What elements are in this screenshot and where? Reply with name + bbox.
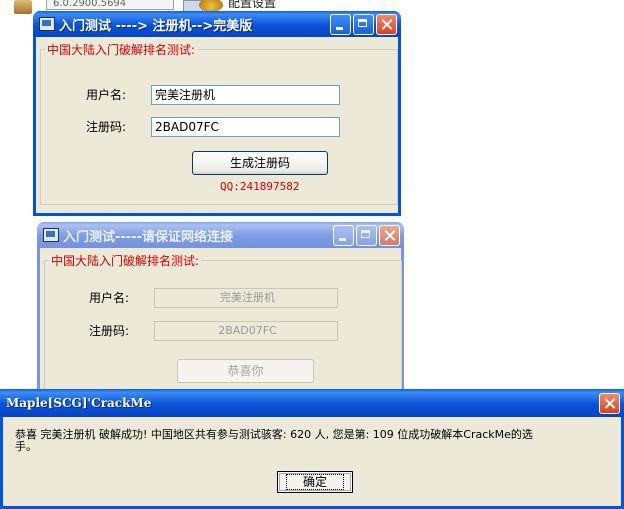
result-messagebox: Maple[SCG]'CrackMe 恭喜 完美注册机 破解成功! 中国地区共有…: [0, 389, 624, 509]
messagebox-title: Maple[SCG]'CrackMe: [6, 396, 152, 410]
username-input[interactable]: 完美注册机: [151, 85, 340, 105]
close-button[interactable]: [599, 393, 620, 414]
message-line-2: 手。: [15, 440, 37, 453]
username-input: 完美注册机: [154, 288, 338, 308]
messagebox-message: 恭喜 完美注册机 破解成功! 中国地区共有参与测试骇客: 620 人, 您是第:…: [15, 429, 615, 453]
code-input: 2BAD07FC: [154, 321, 338, 341]
messagebox-titlebar[interactable]: Maple[SCG]'CrackMe: [0, 389, 624, 417]
qq-contact: QQ:241897582: [220, 180, 300, 193]
window-icon: [43, 228, 59, 242]
generate-code-button[interactable]: 生成注册码: [192, 151, 328, 175]
code-input[interactable]: 2BAD07FC: [151, 117, 340, 137]
congrats-button: 恭喜你: [177, 359, 314, 383]
keygen-window: 入门测试 ----> 注册机-->完美版 中国大陆入门破解排名测试: 用户名: …: [33, 11, 401, 216]
window-title: 入门测试 ----> 注册机-->完美版: [59, 18, 253, 34]
minimize-button[interactable]: [330, 14, 351, 35]
ok-button-label: 确定: [285, 474, 344, 490]
config-label: 配置设置: [228, 0, 277, 10]
code-label: 注册码:: [89, 324, 130, 338]
window-title: 入门测试-----请保证网络连接: [63, 229, 233, 245]
message-line-1: 恭喜 完美注册机 破解成功! 中国地区共有参与测试骇客: 620 人, 您是第:…: [15, 428, 533, 441]
ok-button[interactable]: 确定: [277, 471, 353, 493]
window-icon: [39, 17, 55, 31]
username-label: 用户名:: [89, 291, 130, 305]
close-button[interactable]: [379, 225, 400, 246]
group-title: 中国大陆入门破解排名测试:: [51, 254, 200, 268]
username-label: 用户名:: [86, 88, 127, 102]
minimize-button[interactable]: [333, 225, 354, 246]
maximize-button[interactable]: [356, 225, 377, 246]
version-label: 6.0.2900.5694: [46, 0, 174, 10]
maximize-button[interactable]: [353, 14, 374, 35]
close-button[interactable]: [376, 14, 397, 35]
keygen-titlebar[interactable]: 入门测试 ----> 注册机-->完美版: [33, 11, 401, 37]
code-label: 注册码:: [86, 120, 127, 134]
app-icon: [14, 0, 32, 14]
crackme-window: 入门测试-----请保证网络连接 中国大陆入门破解排名测试: 用户名: 完美注册…: [37, 222, 404, 404]
group-title: 中国大陆入门破解排名测试:: [47, 43, 196, 57]
crackme-titlebar[interactable]: 入门测试-----请保证网络连接: [37, 222, 404, 248]
